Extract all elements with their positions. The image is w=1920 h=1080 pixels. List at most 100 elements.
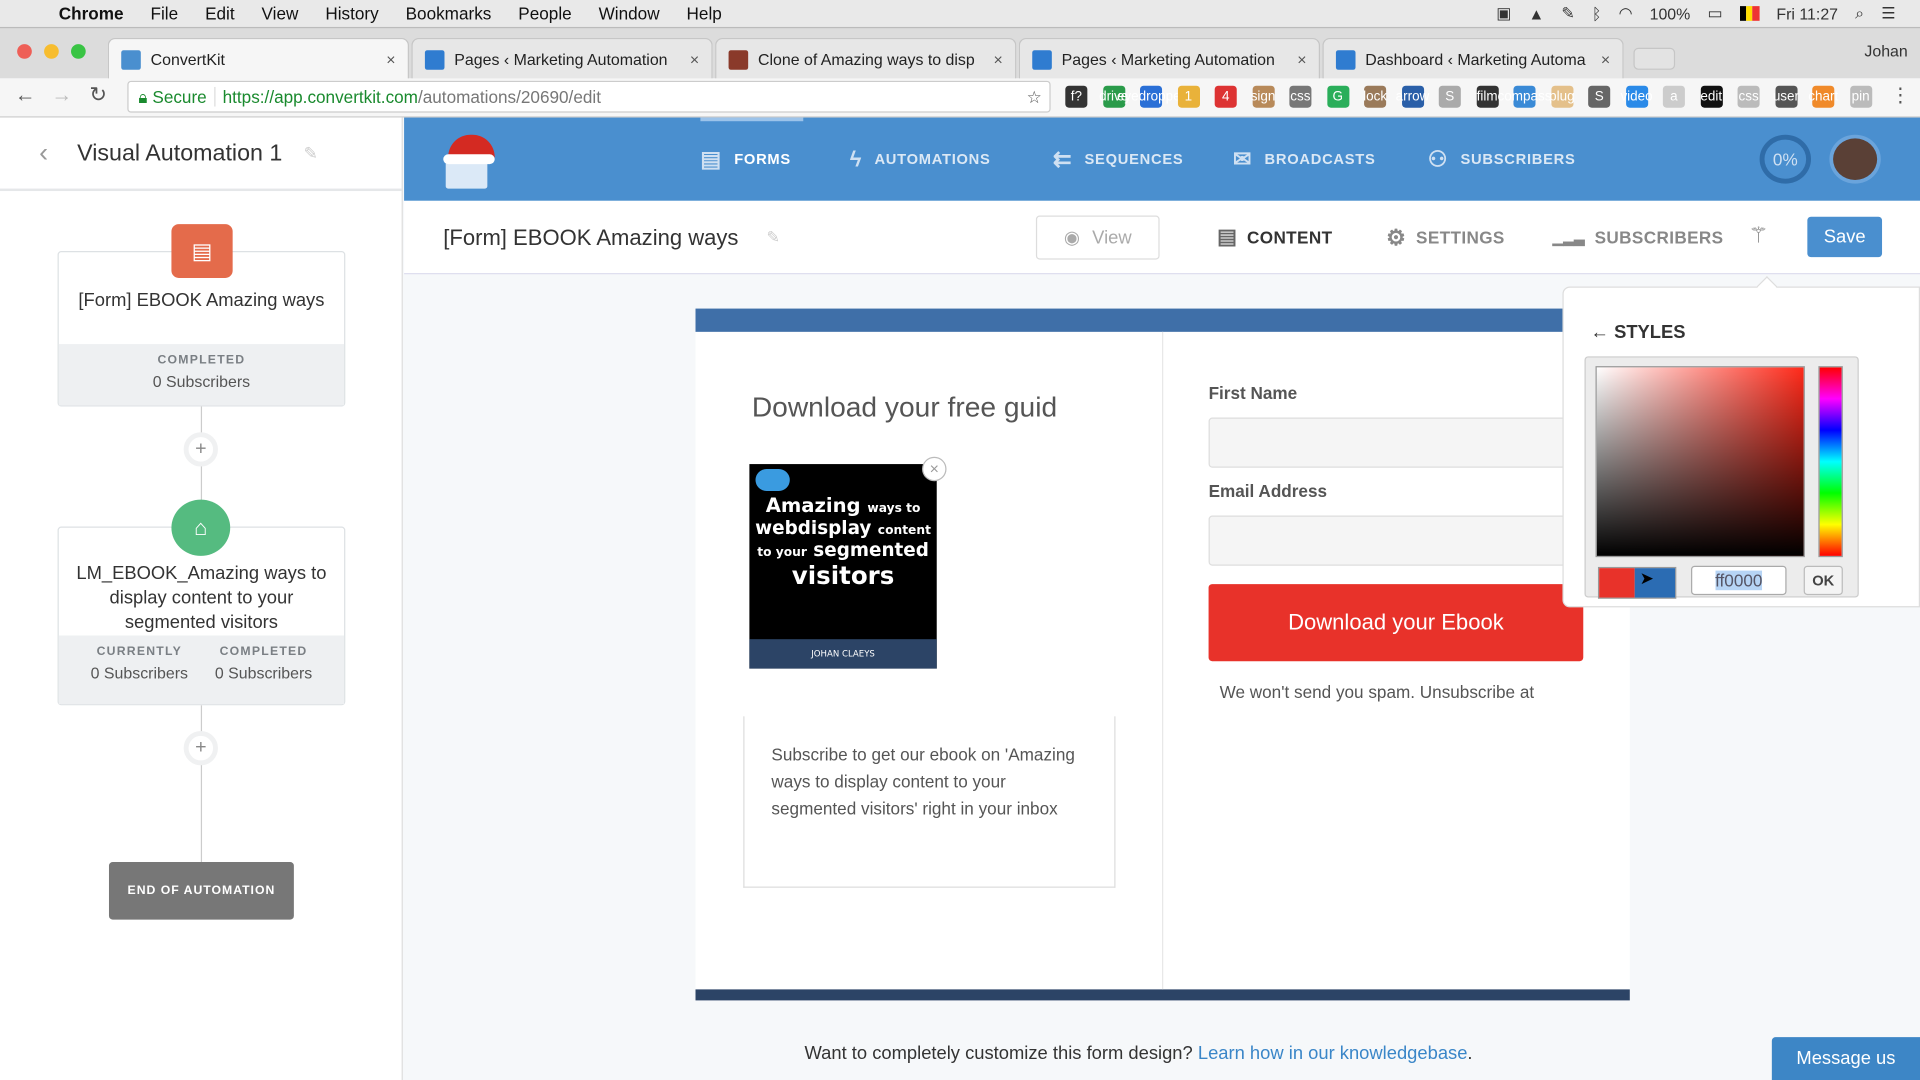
magic-wand-icon[interactable]: ⚚ — [1749, 223, 1769, 249]
extension-icon[interactable]: edit — [1700, 85, 1723, 108]
notification-center-icon[interactable]: ☰ — [1881, 4, 1895, 24]
extension-icon[interactable]: film — [1476, 85, 1499, 108]
bluetooth-icon[interactable]: ᛒ — [1592, 4, 1602, 22]
browser-tab[interactable]: Clone of Amazing ways to disp × — [715, 37, 1017, 80]
menu-file[interactable]: File — [150, 4, 178, 24]
form-icon: ▤ — [171, 224, 233, 278]
spotlight-icon[interactable]: ⌕ — [1855, 4, 1864, 24]
extension-icon[interactable]: a — [1662, 85, 1685, 108]
email-input[interactable] — [1208, 515, 1576, 566]
nav-automations[interactable]: ϟ AUTOMATIONS — [850, 118, 991, 201]
styles-back-title[interactable]: ← STYLES — [1591, 322, 1686, 343]
back-icon[interactable]: ← — [15, 83, 36, 107]
view-button[interactable]: ◉ View — [1035, 215, 1160, 260]
extension-icon[interactable]: G — [1326, 85, 1349, 108]
close-window-button[interactable] — [17, 44, 32, 59]
address-bar[interactable]: 🔒︎ Secure https://app.convertkit.com/aut… — [127, 80, 1051, 113]
nav-broadcasts[interactable]: ✉ BROADCASTS — [1233, 118, 1375, 201]
convertkit-logo[interactable] — [443, 132, 502, 189]
new-tab-button[interactable] — [1633, 47, 1676, 70]
close-tab-icon[interactable]: × — [1601, 50, 1610, 68]
automation-title[interactable]: Visual Automation 1 — [77, 141, 282, 168]
menu-people[interactable]: People — [518, 4, 571, 24]
knowledgebase-link[interactable]: Learn how in our knowledgebase — [1198, 1043, 1468, 1064]
extension-icon[interactable]: pin — [1849, 85, 1872, 108]
message-us-button[interactable]: Message us — [1771, 1037, 1920, 1080]
usage-progress-ring[interactable]: 0% — [1759, 134, 1812, 184]
minimize-window-button[interactable] — [44, 44, 59, 59]
forward-icon[interactable]: → — [51, 83, 72, 107]
ok-button[interactable]: OK — [1803, 565, 1843, 596]
download-ebook-button[interactable]: Download your Ebook — [1208, 584, 1584, 662]
lock-icon: 🔒︎ — [138, 86, 148, 106]
close-tab-icon[interactable]: × — [994, 50, 1003, 68]
extension-icon[interactable]: css — [1737, 85, 1760, 108]
close-tab-icon[interactable]: × — [690, 50, 699, 68]
browser-tab[interactable]: Dashboard ‹ Marketing Automa × — [1322, 37, 1624, 80]
menu-help[interactable]: Help — [687, 4, 722, 24]
extension-icon[interactable]: S — [1438, 85, 1461, 108]
menu-app[interactable]: Chrome — [59, 4, 124, 24]
menu-view[interactable]: View — [262, 4, 299, 24]
edit-pencil-icon[interactable]: ✎ — [304, 143, 318, 164]
color-swatch[interactable]: ➤ — [1597, 566, 1677, 599]
zoom-window-button[interactable] — [71, 44, 86, 59]
tools-icon[interactable]: ✎ — [1561, 4, 1574, 24]
extension-icon[interactable]: plug — [1549, 85, 1575, 108]
close-tab-icon[interactable]: × — [1297, 50, 1306, 68]
first-name-input[interactable] — [1208, 417, 1576, 468]
extension-icon[interactable]: eyedropper — [1117, 85, 1185, 108]
extension-icon[interactable]: sign — [1251, 85, 1275, 108]
hue-slider[interactable] — [1818, 366, 1843, 558]
form-title[interactable]: [Form] EBOOK Amazing ways — [443, 225, 738, 251]
menu-window[interactable]: Window — [599, 4, 660, 24]
hex-input[interactable]: ff0000 — [1691, 565, 1787, 596]
menu-history[interactable]: History — [325, 4, 378, 24]
save-button[interactable]: Save — [1807, 216, 1883, 258]
extension-icon[interactable]: 4 — [1214, 85, 1237, 108]
flag-icon[interactable] — [1739, 6, 1760, 21]
nav-subscribers[interactable]: ⚇ SUBSCRIBERS — [1428, 118, 1576, 201]
user-avatar[interactable] — [1829, 134, 1881, 184]
extension-icon[interactable]: S — [1588, 85, 1611, 108]
bookmark-star-icon[interactable]: ☆ — [1027, 86, 1042, 107]
browser-tab[interactable]: ConvertKit × — [107, 37, 409, 80]
profile-name[interactable]: Johan — [1864, 42, 1907, 60]
add-step-button[interactable]: + — [183, 731, 218, 766]
extension-icon[interactable]: arrow — [1396, 85, 1429, 108]
spam-note[interactable]: We won't send you spam. Unsubscribe at — [1220, 682, 1535, 702]
extension-icon[interactable]: f? — [1065, 85, 1088, 108]
remove-image-button[interactable]: × — [922, 456, 947, 482]
extension-icon[interactable]: css — [1289, 85, 1312, 108]
tab-content[interactable]: ▤ CONTENT — [1217, 201, 1332, 274]
tab-subscribers[interactable]: ▁▂▃ SUBSCRIBERS — [1553, 201, 1724, 274]
chrome-menu-icon[interactable]: ⋮ — [1891, 83, 1911, 107]
edit-pencil-icon[interactable]: ✎ — [767, 228, 780, 248]
extension-icon[interactable]: chart — [1808, 85, 1838, 108]
extension-icon[interactable]: compass — [1498, 85, 1551, 108]
saturation-field[interactable] — [1595, 366, 1805, 558]
form-heading[interactable]: Download your free guid — [752, 391, 1057, 424]
wifi-icon[interactable]: ◠ — [1619, 4, 1633, 24]
menu-edit[interactable]: Edit — [205, 4, 235, 24]
extension-icon[interactable]: 1 — [1177, 85, 1200, 108]
battery-icon[interactable]: ▭ — [1707, 4, 1722, 24]
back-chevron-icon[interactable]: ‹ — [39, 137, 48, 169]
tab-settings[interactable]: ⚙ SETTINGS — [1386, 201, 1505, 274]
add-step-button[interactable]: + — [183, 432, 218, 467]
nav-sequences[interactable]: ⇇ SEQUENCES — [1053, 118, 1183, 201]
ebook-cover-image[interactable]: Amazing ways to webdisplay content to yo… — [749, 464, 937, 669]
drive-icon[interactable]: ▲ — [1528, 4, 1544, 22]
clock[interactable]: Fri 11:27 — [1776, 4, 1838, 22]
extension-icon[interactable]: user — [1773, 85, 1799, 108]
nav-forms[interactable]: ▤ FORMS — [700, 118, 791, 201]
extension-icon[interactable]: video — [1620, 85, 1653, 108]
reload-icon[interactable]: ↻ — [89, 83, 106, 107]
browser-tab[interactable]: Pages ‹ Marketing Automation × — [411, 37, 713, 80]
browser-tab[interactable]: Pages ‹ Marketing Automation × — [1018, 37, 1321, 80]
close-tab-icon[interactable]: × — [386, 50, 395, 68]
form-description[interactable]: Subscribe to get our ebook on 'Amazing w… — [743, 716, 1116, 888]
extension-icon[interactable]: lock — [1363, 85, 1387, 108]
camera-icon[interactable]: ▣ — [1496, 4, 1511, 24]
menu-bookmarks[interactable]: Bookmarks — [406, 4, 492, 24]
